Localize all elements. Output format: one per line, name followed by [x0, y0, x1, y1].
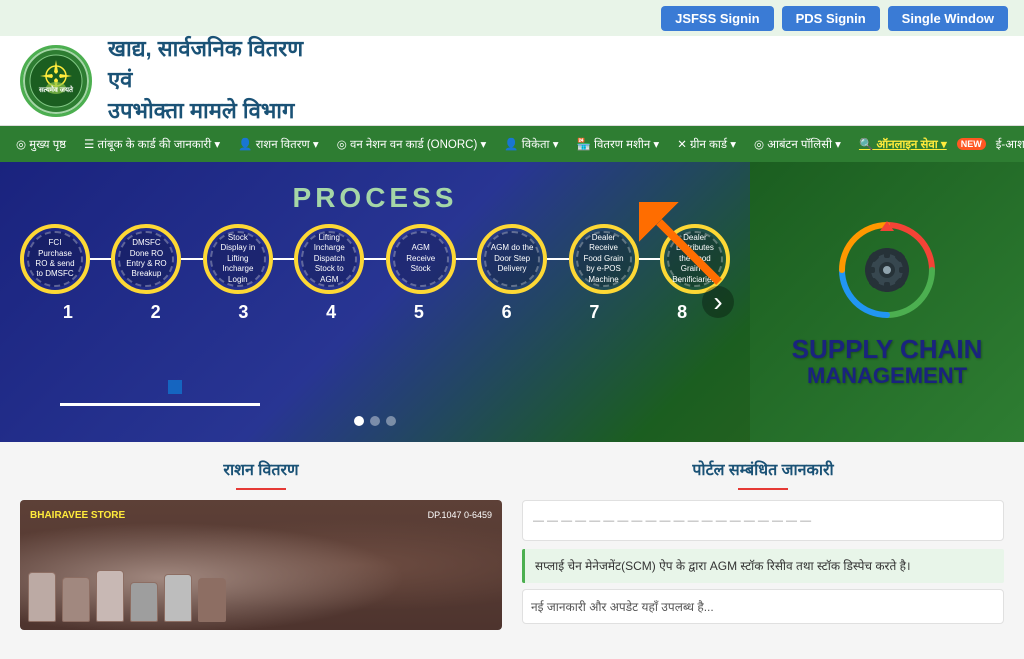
- svg-text:सत्यमेव जयते: सत्यमेव जयते: [38, 85, 74, 94]
- ration-title: राशन वितरण: [20, 458, 502, 480]
- step-number-5: 5: [384, 302, 454, 323]
- step-8-circle[interactable]: Dealer Distributes the Food Grain to Ben…: [660, 224, 730, 294]
- ration-image: BHAIRAVEE STORE DP.1047 0-6459: [20, 500, 502, 630]
- pds-signin-button[interactable]: PDS Signin: [782, 6, 880, 31]
- step-5-circle[interactable]: AGM Receive Stock: [386, 224, 456, 294]
- nav-green-card[interactable]: ✕ ग्रीन कार्ड ▾: [669, 133, 744, 156]
- portal-info-item-3: नई जानकारी और अपडेट यहाँ उपलब्ध है...: [522, 589, 1004, 624]
- step-3-circle[interactable]: Stock Display in Lifting Incharge Login: [203, 224, 273, 294]
- nav-eaash[interactable]: ई-आश: [988, 133, 1024, 156]
- nav-online-seva[interactable]: 🔍 ऑनलाइन सेवा ▾: [851, 133, 955, 156]
- store-code: DP.1047 0-6459: [428, 510, 492, 520]
- sack-2: [62, 577, 90, 622]
- nav-bar: ◎ मुख्य पृष्ठ ☰ तांबूक के कार्ड की जानका…: [0, 126, 1024, 162]
- step-2-circle[interactable]: DMSFC Done RO Entry & RO Breakup: [111, 224, 181, 294]
- portal-info-item-2: सप्लाई चेन मेनेजमेंट(SCM) ऐप के द्वारा A…: [522, 549, 1004, 583]
- step-number-2: 2: [121, 302, 191, 323]
- store-label: BHAIRAVEE STORE: [30, 510, 125, 521]
- content-section: राशन वितरण BHAIRAVEE STORE DP.1047 0-645…: [0, 442, 1024, 659]
- jsfss-signin-button[interactable]: JSFSS Signin: [661, 6, 774, 31]
- step-number-3: 3: [208, 302, 278, 323]
- step-number-4: 4: [296, 302, 366, 323]
- title-line-1: खाद्य, सार्वजनिक वितरण: [108, 34, 303, 65]
- supply-chain-section: SUPPLY CHAIN MANAGEMENT: [750, 162, 1024, 442]
- ration-image-inner: BHAIRAVEE STORE DP.1047 0-6459: [20, 500, 502, 630]
- portal-info-text-header: — — — — — — — — — — — — — — — — — — — —: [533, 515, 811, 527]
- nav-vendor[interactable]: 👤 विकेता ▾: [496, 133, 566, 156]
- portal-info-text-1: सप्लाई चेन मेनेजमेंट(SCM) ऐप के द्वारा A…: [535, 559, 911, 573]
- gear-wrapper: [832, 215, 942, 325]
- portal-info-item-1: — — — — — — — — — — — — — — — — — — — —: [522, 500, 1004, 541]
- carousel-dots: [354, 416, 396, 426]
- step-1-circle[interactable]: FCI Purchase RO & send to DMSFC: [20, 224, 90, 294]
- header-title: खाद्य, सार्वजनिक वितरण एवं उपभोक्ता मामल…: [108, 34, 303, 126]
- single-window-button[interactable]: Single Window: [888, 6, 1008, 31]
- nav-home[interactable]: ◎ मुख्य पृष्ठ: [8, 133, 74, 156]
- step-6-circle[interactable]: AGM do the Door Step Delivery: [477, 224, 547, 294]
- sack-3: [96, 570, 124, 622]
- dot-1[interactable]: [354, 416, 364, 426]
- nav-ration[interactable]: 👤 राशन वितरण ▾: [230, 133, 327, 156]
- sack-4: [130, 582, 158, 622]
- ration-underline: [236, 488, 286, 490]
- progress-bar: [60, 403, 260, 406]
- step-number-7: 7: [559, 302, 629, 323]
- title-line-2: एवं: [108, 65, 303, 96]
- new-badge: NEW: [957, 138, 986, 150]
- dot-2[interactable]: [370, 416, 380, 426]
- nav-card-info[interactable]: ☰ तांबूक के कार्ड की जानकारी ▾: [76, 133, 228, 156]
- supply-chain-title: SUPPLY CHAIN MANAGEMENT: [792, 335, 983, 390]
- portal-info-text-2: नई जानकारी और अपडेट यहाँ उपलब्ध है...: [531, 600, 714, 614]
- header: सत्यमेव जयते खाद्य, सार्वजनिक वितरण एवं …: [0, 36, 1024, 126]
- portal-title: पोर्टल सम्बंधित जानकारी: [522, 458, 1004, 480]
- top-bar: JSFSS Signin PDS Signin Single Window: [0, 0, 1024, 36]
- progress-marker: [168, 380, 182, 394]
- portal-underline: [738, 488, 788, 490]
- step-4-circle[interactable]: Lifting Incharge Dispatch Stock to AGM: [294, 224, 364, 294]
- logo: सत्यमेव जयते: [20, 45, 92, 117]
- sack-1: [28, 572, 56, 622]
- nav-onorc[interactable]: ◎ वन नेशन वन कार्ड (ONORC) ▾: [329, 133, 495, 156]
- portal-section: पोर्टल सम्बंधित जानकारी — — — — — — — — …: [522, 458, 1004, 643]
- title-line-3: उपभोक्ता मामले विभाग: [108, 96, 303, 127]
- ration-section: राशन वितरण BHAIRAVEE STORE DP.1047 0-645…: [20, 458, 502, 643]
- carousel-next-arrow[interactable]: ›: [702, 286, 734, 318]
- step-7-circle[interactable]: Dealer Receive Food Grain by e-POS Machi…: [569, 224, 639, 294]
- banner-process: PROCESS FCI Purchase RO & send to DMSFC …: [0, 162, 750, 442]
- logo-emblem: सत्यमेव जयते: [23, 48, 89, 114]
- sack-6: [198, 578, 226, 622]
- process-title: PROCESS: [20, 182, 730, 214]
- sack-5: [164, 574, 192, 622]
- step-number-6: 6: [472, 302, 542, 323]
- nav-machine[interactable]: 🏪 वितरण मशीन ▾: [569, 133, 668, 156]
- banner: PROCESS FCI Purchase RO & send to DMSFC …: [0, 162, 1024, 442]
- nav-policy[interactable]: ◎ आबंटन पॉलिसी ▾: [746, 133, 849, 156]
- step-number-1: 1: [33, 302, 103, 323]
- dot-3[interactable]: [386, 416, 396, 426]
- supply-chain-gear: [832, 215, 942, 325]
